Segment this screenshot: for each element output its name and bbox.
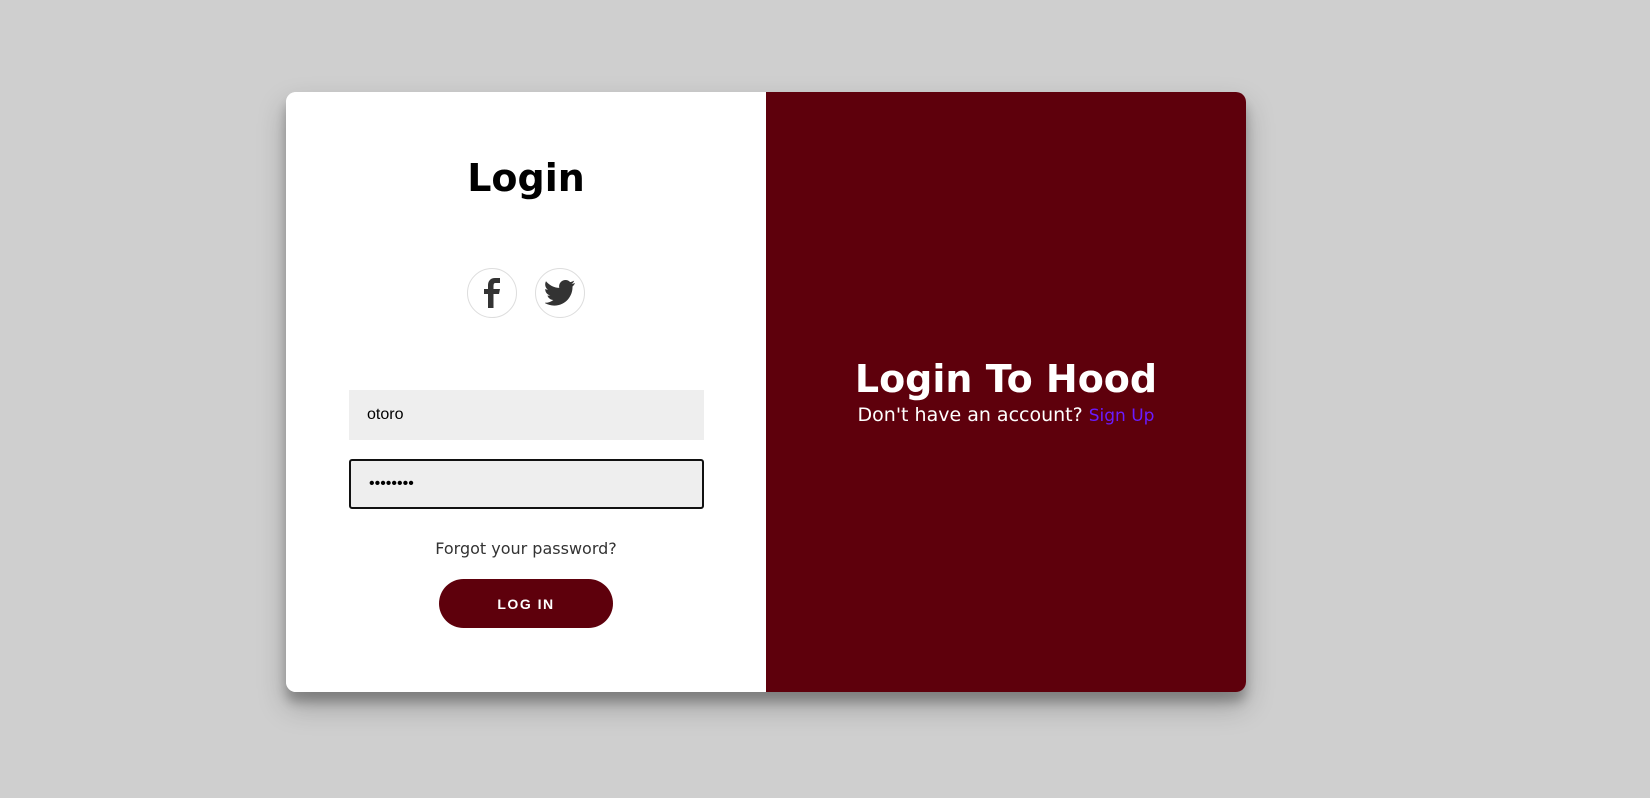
forgot-password-link[interactable]: Forgot your password?	[286, 539, 766, 558]
social-login-group	[467, 268, 585, 318]
signup-prompt-text: Don't have an account?	[857, 404, 1083, 426]
overlay-title: Login To Hood	[854, 357, 1158, 401]
password-input[interactable]	[349, 459, 704, 509]
signup-prompt: Don't have an account? Sign Up	[766, 402, 1246, 429]
username-input[interactable]	[349, 390, 704, 440]
login-form-panel: Login Forgot your password? LOG IN	[286, 92, 766, 692]
overlay-panel: Login To Hood Don't have an account? Sig…	[766, 92, 1246, 692]
facebook-login-button[interactable]	[467, 268, 517, 318]
signup-link[interactable]: Sign Up	[1089, 406, 1155, 426]
login-button[interactable]: LOG IN	[439, 579, 613, 628]
login-card: Login Forgot your password? LOG IN	[286, 92, 1246, 692]
facebook-icon	[481, 278, 503, 308]
twitter-login-button[interactable]	[535, 268, 585, 318]
twitter-icon	[545, 280, 575, 306]
login-title: Login	[467, 156, 585, 200]
